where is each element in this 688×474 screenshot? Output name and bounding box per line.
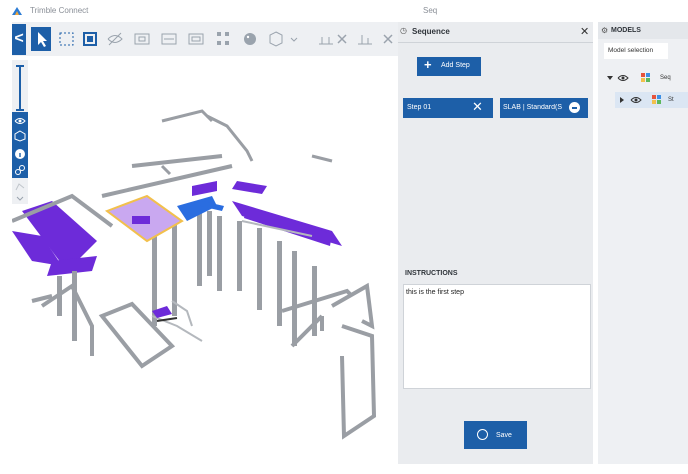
caret-down-icon[interactable]	[606, 74, 614, 82]
tab-model-selection-label: Model selection	[608, 47, 654, 54]
cursor-icon	[38, 32, 47, 47]
step-object-label: SLAB | Standard(S	[503, 104, 563, 111]
clear2-icon[interactable]	[382, 29, 394, 49]
eye-icon[interactable]	[617, 73, 629, 83]
instructions-text: this is the first step	[406, 289, 464, 296]
caret-right-icon[interactable]	[618, 96, 626, 104]
paint-icon[interactable]	[241, 29, 259, 49]
section-plane-icon[interactable]	[160, 29, 178, 49]
save-label: Save	[496, 432, 512, 439]
instructions-textarea[interactable]	[403, 284, 591, 389]
visibility-icon[interactable]	[106, 29, 124, 49]
fit-icon[interactable]	[81, 29, 99, 49]
model-icon	[652, 95, 661, 104]
step-label: Step 01	[407, 104, 432, 111]
check-circle-icon	[477, 429, 488, 440]
measure-icon[interactable]	[187, 29, 205, 49]
sequence-title: Sequence	[412, 27, 450, 36]
info-icon[interactable]	[14, 148, 26, 160]
models-title: MODELS	[611, 27, 641, 34]
hand-icon[interactable]	[14, 182, 26, 192]
gear-icon[interactable]: ⚙	[601, 26, 608, 35]
explode-icon[interactable]	[214, 29, 232, 49]
instructions-title: INSTRUCTIONS	[405, 270, 458, 277]
clock-icon: ◷	[400, 26, 407, 35]
close-icon[interactable]: ✕	[580, 25, 589, 38]
back-button[interactable]: <	[12, 24, 26, 55]
bottom-strip	[0, 464, 688, 474]
app-title: Trimble Connect	[30, 6, 89, 15]
tree-label-seq: Seq	[660, 75, 671, 81]
title-bar	[0, 0, 688, 22]
eye-icon[interactable]	[14, 116, 26, 126]
remove-object-bar	[572, 107, 577, 109]
zoom-slider[interactable]	[13, 62, 27, 114]
select-tool-button[interactable]	[31, 27, 51, 51]
3d-viewport[interactable]	[11, 56, 398, 464]
plus-icon: +	[424, 57, 432, 72]
eye-icon[interactable]	[630, 95, 642, 105]
document-title: Seq	[423, 6, 438, 15]
models-panel	[598, 22, 688, 464]
steps-list	[403, 118, 589, 266]
add-step-label: Add Step	[441, 62, 470, 69]
model-icon	[641, 73, 650, 82]
section-box-icon[interactable]	[133, 29, 151, 49]
level-icon[interactable]	[317, 29, 335, 49]
tree-label-step: St	[668, 97, 674, 103]
trimble-logo-icon	[12, 7, 22, 15]
box-select-icon[interactable]	[57, 29, 75, 49]
link-icon[interactable]	[14, 164, 26, 176]
building-model[interactable]	[11, 56, 398, 464]
level2-icon[interactable]	[356, 29, 374, 49]
cube-view-icon[interactable]	[14, 130, 26, 142]
cube-icon[interactable]	[267, 29, 285, 49]
clear-icon[interactable]	[336, 29, 348, 49]
expand-icon[interactable]	[16, 196, 24, 202]
delete-step-icon[interactable]: ✕	[472, 99, 483, 115]
chevron-down-icon[interactable]	[289, 29, 299, 49]
